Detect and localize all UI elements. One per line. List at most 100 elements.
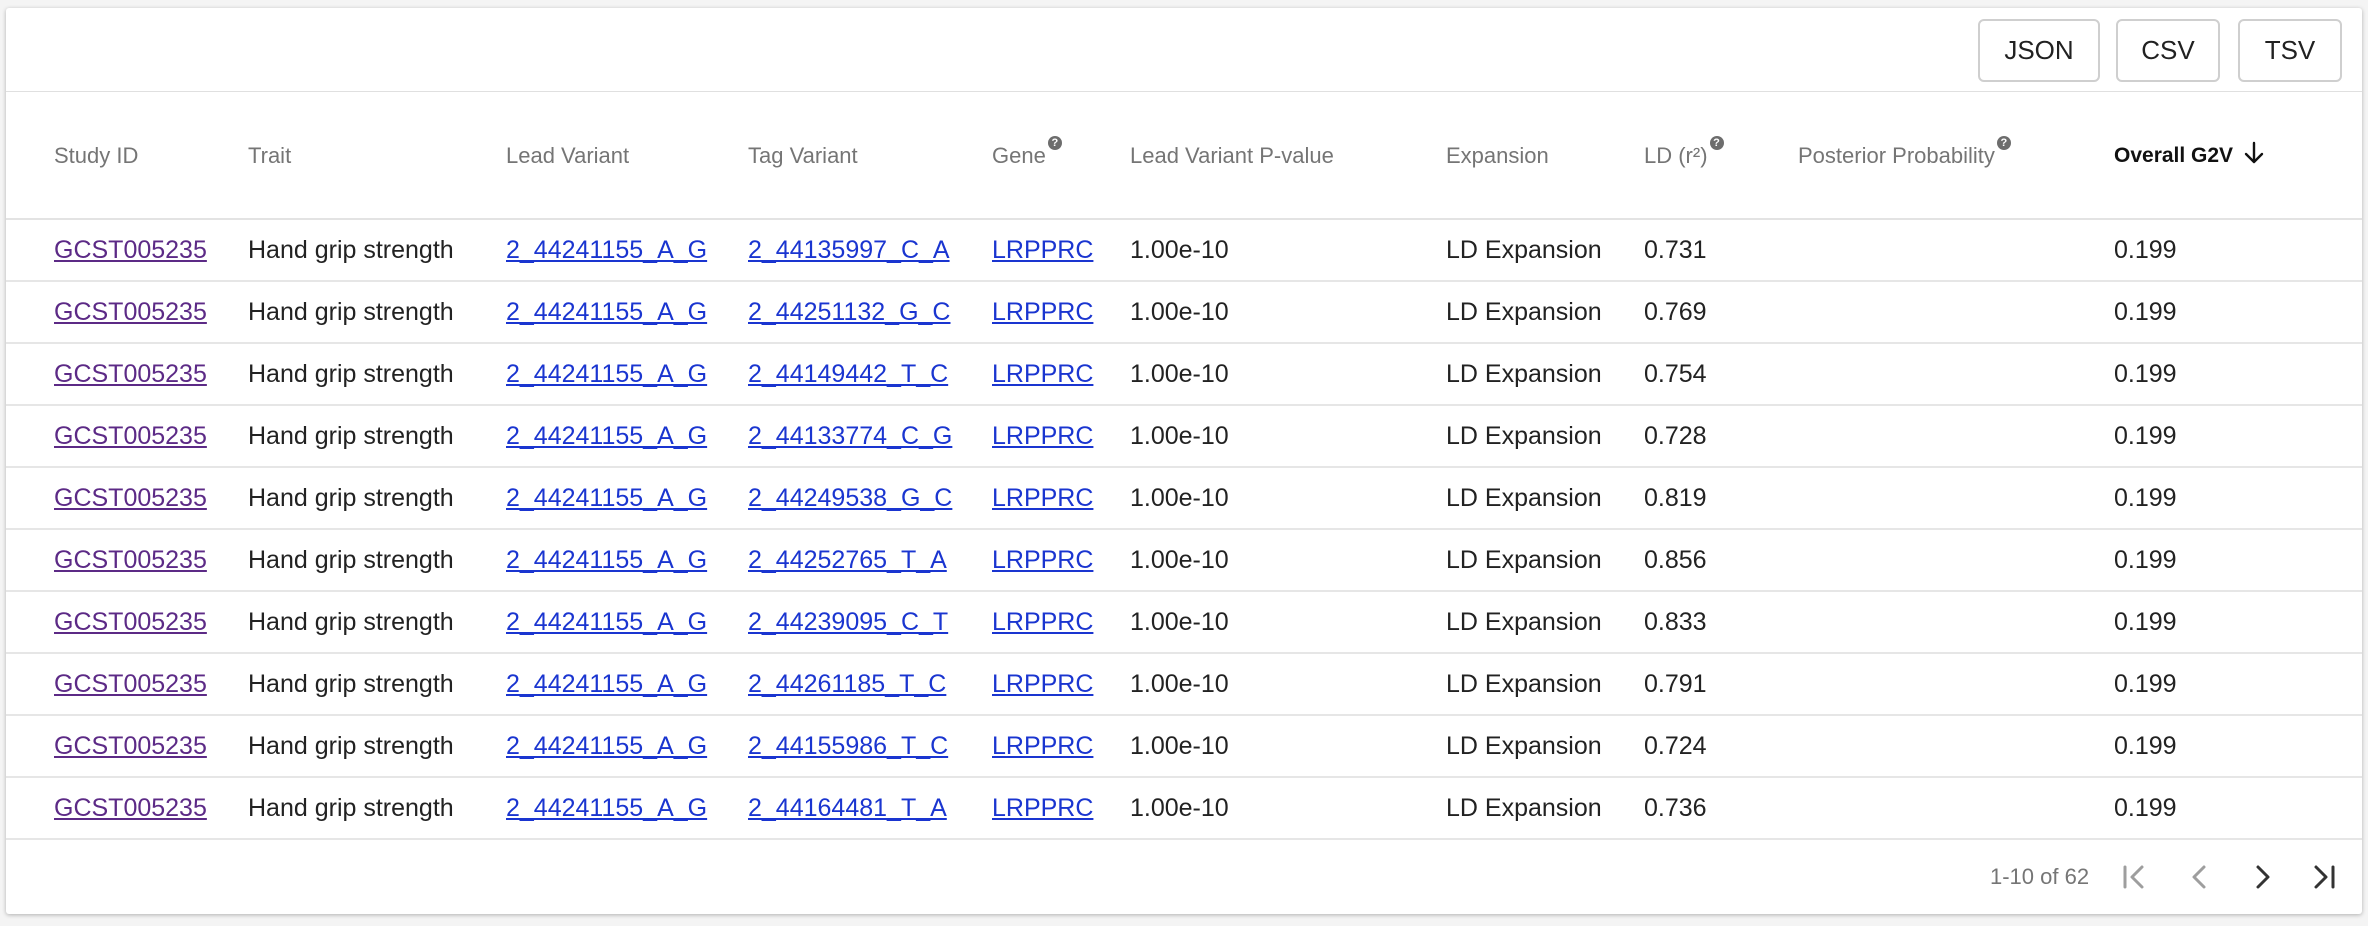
expansion-value: LD Expansion [1446, 607, 1602, 636]
tag-variant-link[interactable]: 2_44133774_C_G [748, 422, 952, 451]
lead-pvalue-value: 1.00e-10 [1130, 483, 1229, 512]
column-header-trait[interactable]: Trait [248, 92, 291, 220]
last-page-icon[interactable] [2304, 857, 2344, 897]
tag-variant-link[interactable]: 2_44164481_T_A [748, 794, 947, 823]
column-header-study-id[interactable]: Study ID [54, 92, 138, 220]
study-id-link[interactable]: GCST005235 [54, 794, 207, 823]
cell-lead-pvalue: 1.00e-10 [1130, 778, 1229, 838]
tag-variant-link[interactable]: 2_44239095_C_T [748, 608, 948, 637]
cell-study-id: GCST005235 [54, 406, 207, 466]
lead-pvalue-value: 1.00e-10 [1130, 421, 1229, 450]
study-id-link[interactable]: GCST005235 [54, 360, 207, 389]
cell-tag-variant: 2_44252765_T_A [748, 530, 947, 590]
column-header-lead-pvalue[interactable]: Lead Variant P-value [1130, 92, 1334, 220]
tag-variant-link[interactable]: 2_44261185_T_C [748, 670, 946, 699]
lead-variant-link[interactable]: 2_44241155_A_G [506, 794, 707, 823]
download-toolbar: JSON CSV TSV [6, 8, 2362, 92]
cell-lead-pvalue: 1.00e-10 [1130, 220, 1229, 280]
trait-value: Hand grip strength [248, 483, 454, 512]
column-header-tag-variant[interactable]: Tag Variant [748, 92, 858, 220]
lead-variant-link[interactable]: 2_44241155_A_G [506, 360, 707, 389]
lead-variant-link[interactable]: 2_44241155_A_G [506, 298, 707, 327]
ld-value: 0.754 [1644, 359, 1707, 388]
header-label: Trait [248, 143, 292, 168]
lead-pvalue-value: 1.00e-10 [1130, 235, 1229, 264]
expansion-value: LD Expansion [1446, 297, 1602, 326]
chevron-right-icon[interactable] [2242, 857, 2282, 897]
help-icon[interactable]: ? [1996, 136, 2011, 150]
cell-lead-variant: 2_44241155_A_G [506, 592, 707, 652]
tag-variant-link[interactable]: 2_44155986_T_C [748, 732, 948, 761]
download-csv-button[interactable]: CSV [2116, 19, 2220, 82]
gene-link[interactable]: LRPPRC [992, 422, 1093, 451]
cell-gene: LRPPRC [992, 592, 1093, 652]
study-id-link[interactable]: GCST005235 [54, 236, 207, 265]
expansion-value: LD Expansion [1446, 421, 1602, 450]
download-tsv-button[interactable]: TSV [2238, 19, 2342, 82]
column-header-gene[interactable]: Gene? [992, 92, 1062, 220]
tag-variant-link[interactable]: 2_44251132_G_C [748, 298, 951, 327]
lead-variant-link[interactable]: 2_44241155_A_G [506, 732, 707, 761]
cell-study-id: GCST005235 [54, 716, 207, 776]
cell-tag-variant: 2_44149442_T_C [748, 344, 948, 404]
gene-link[interactable]: LRPPRC [992, 546, 1093, 575]
tag-variant-link[interactable]: 2_44149442_T_C [748, 360, 948, 389]
column-header-expansion[interactable]: Expansion [1446, 92, 1549, 220]
ld-value: 0.724 [1644, 731, 1707, 760]
column-header-ld[interactable]: LD (r²)? [1644, 92, 1724, 220]
cell-gene: LRPPRC [992, 220, 1093, 280]
cell-lead-variant: 2_44241155_A_G [506, 282, 707, 342]
lead-pvalue-value: 1.00e-10 [1130, 607, 1229, 636]
study-id-link[interactable]: GCST005235 [54, 670, 207, 699]
overall-g2v-value: 0.199 [2114, 731, 2177, 760]
gene-link[interactable]: LRPPRC [992, 298, 1093, 327]
pagination-bar: 1-10 of 62 [6, 840, 2362, 914]
table-row: GCST005235 Hand grip strength 2_44241155_A… [6, 282, 2362, 344]
tag-variant-link[interactable]: 2_44249538_G_C [748, 484, 952, 513]
tag-variant-link[interactable]: 2_44252765_T_A [748, 546, 947, 575]
header-label: Lead Variant [506, 143, 630, 168]
column-header-lead-variant[interactable]: Lead Variant [506, 92, 629, 220]
study-id-link[interactable]: GCST005235 [54, 422, 207, 451]
trait-value: Hand grip strength [248, 235, 454, 264]
tag-variant-link[interactable]: 2_44135997_C_A [748, 236, 950, 265]
cell-expansion: LD Expansion [1446, 468, 1602, 528]
column-header-posterior-probability[interactable]: Posterior Probability? [1798, 92, 2011, 220]
lead-variant-link[interactable]: 2_44241155_A_G [506, 608, 707, 637]
help-icon[interactable]: ? [1709, 136, 1724, 150]
lead-variant-link[interactable]: 2_44241155_A_G [506, 236, 707, 265]
expansion-value: LD Expansion [1446, 545, 1602, 574]
column-header-overall-g2v[interactable]: Overall G2V [2114, 92, 2265, 220]
chevron-left-icon[interactable] [2180, 857, 2220, 897]
download-json-button[interactable]: JSON [1978, 19, 2100, 82]
cell-trait: Hand grip strength [248, 468, 454, 528]
gene-link[interactable]: LRPPRC [992, 484, 1093, 513]
study-id-link[interactable]: GCST005235 [54, 298, 207, 327]
lead-variant-link[interactable]: 2_44241155_A_G [506, 546, 707, 575]
gene-link[interactable]: LRPPRC [992, 360, 1093, 389]
gene-link[interactable]: LRPPRC [992, 670, 1093, 699]
gene-link[interactable]: LRPPRC [992, 608, 1093, 637]
study-id-link[interactable]: GCST005235 [54, 608, 207, 637]
cell-tag-variant: 2_44251132_G_C [748, 282, 951, 342]
expansion-value: LD Expansion [1446, 731, 1602, 760]
study-id-link[interactable]: GCST005235 [54, 732, 207, 761]
ld-value: 0.731 [1644, 235, 1707, 264]
gene-link[interactable]: LRPPRC [992, 236, 1093, 265]
cell-trait: Hand grip strength [248, 530, 454, 590]
lead-variant-link[interactable]: 2_44241155_A_G [506, 422, 707, 451]
cell-ld: 0.791 [1644, 654, 1707, 714]
ld-value: 0.819 [1644, 483, 1707, 512]
lead-variant-link[interactable]: 2_44241155_A_G [506, 484, 707, 513]
cell-gene: LRPPRC [992, 468, 1093, 528]
help-icon[interactable]: ? [1047, 136, 1062, 150]
study-id-link[interactable]: GCST005235 [54, 546, 207, 575]
first-page-icon[interactable] [2114, 857, 2154, 897]
gene-link[interactable]: LRPPRC [992, 794, 1093, 823]
cell-overall-g2v: 0.199 [2114, 220, 2177, 280]
lead-variant-link[interactable]: 2_44241155_A_G [506, 670, 707, 699]
cell-tag-variant: 2_44155986_T_C [748, 716, 948, 776]
gene-link[interactable]: LRPPRC [992, 732, 1093, 761]
study-id-link[interactable]: GCST005235 [54, 484, 207, 513]
expansion-value: LD Expansion [1446, 793, 1602, 822]
